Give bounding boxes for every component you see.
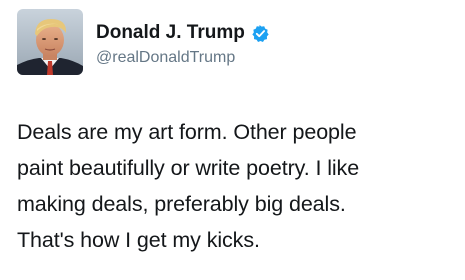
tweet-text: Deals are my art form. Other people pain… [17,114,457,258]
tweet-text-line: That's how I get my kicks. [17,228,260,252]
display-name[interactable]: Donald J. Trump [96,22,245,44]
tweet-card: Donald J. Trump @realDonaldTrump Deals a… [0,0,465,280]
verified-badge-icon [251,24,270,43]
tweet-text-line: Deals are my art form. Other people [17,120,357,144]
user-handle[interactable]: @realDonaldTrump [96,49,235,69]
profile-avatar[interactable] [17,9,83,75]
tweet-text-line: making deals, preferably big deals. [17,192,346,216]
profile-photo-icon [17,9,83,75]
user-name-row: Donald J. Trump [96,20,270,46]
tweet-text-line: paint beautifully or write poetry. I lik… [17,156,360,180]
